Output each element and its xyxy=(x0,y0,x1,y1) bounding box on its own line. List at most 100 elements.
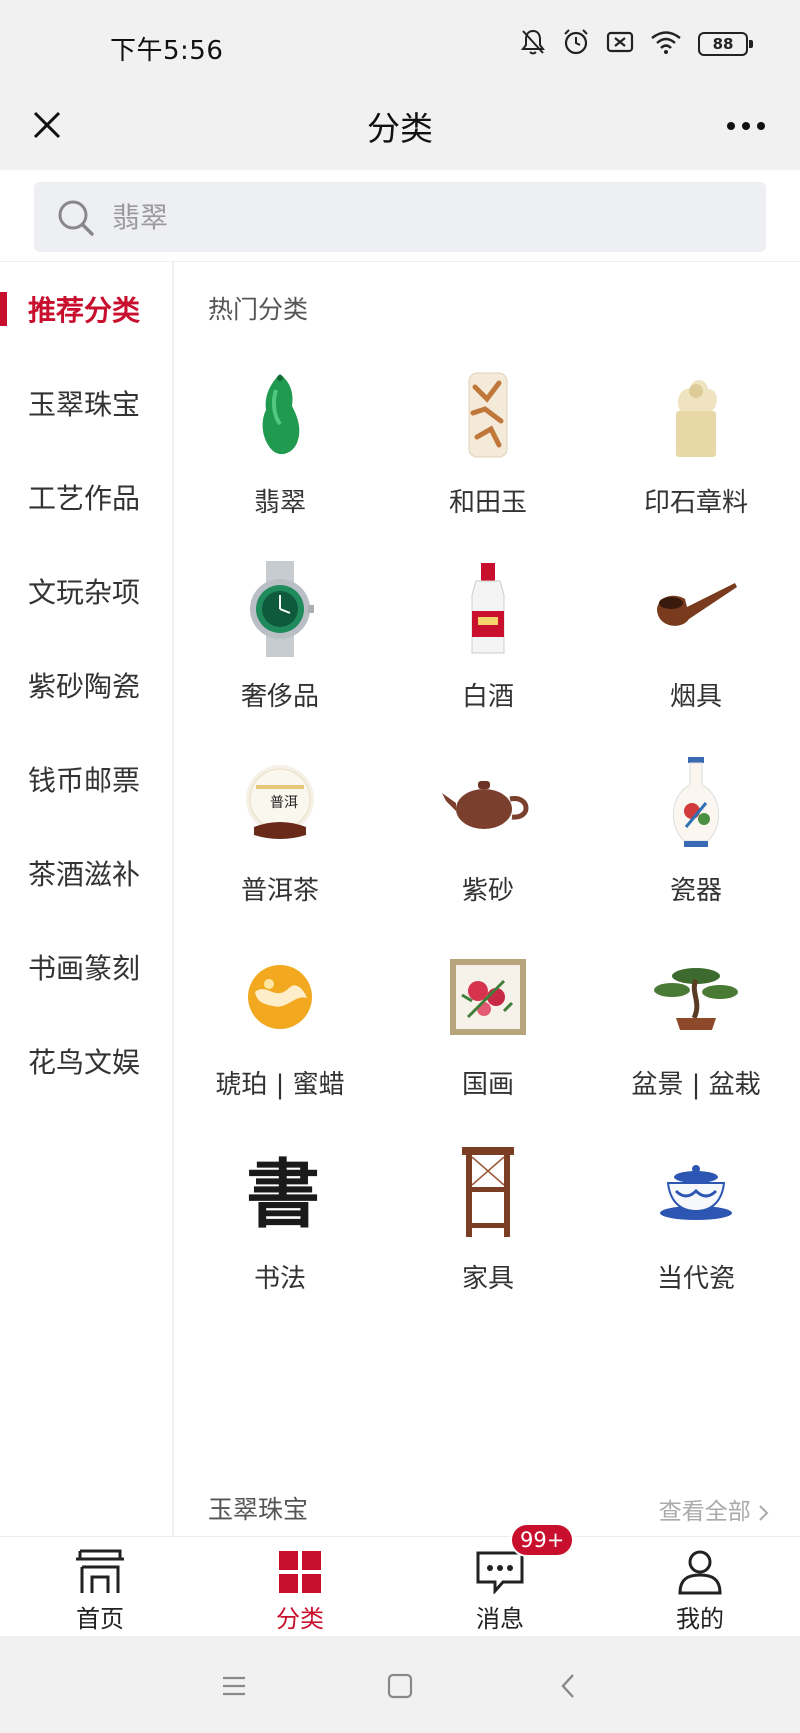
category-content: 热门分类 翡翠 和田玉 印石章料 奢侈品 白酒 烟具 普洱 普洱茶 紫砂 瓷器 琥珀 | 蜜蜡 国画盆… xyxy=(176,262,800,1536)
sidebar-item-label: 玉翠珠宝 xyxy=(28,388,141,421)
system-menu-button[interactable] xyxy=(214,1666,254,1706)
category-item[interactable]: 紫砂 xyxy=(384,720,592,930)
sidebar-item[interactable]: 玉翠珠宝 xyxy=(0,356,172,450)
category-label: 当代瓷 xyxy=(656,1264,735,1294)
system-nav-bar xyxy=(0,1636,800,1733)
puer-tea-cake-icon: 普洱 xyxy=(230,748,330,858)
sidebar-item-label: 茶酒滋补 xyxy=(28,858,141,891)
nav-label: 首页 xyxy=(76,1605,124,1633)
category-item[interactable]: 盆景 | 盆栽 xyxy=(592,914,800,1124)
back-chevron-icon xyxy=(561,1674,574,1698)
sidebar-item[interactable]: 推荐分类 xyxy=(0,262,172,356)
view-all-label: 查看全部 xyxy=(658,1499,751,1525)
calligraphy-icon: 書 xyxy=(230,1136,330,1246)
status-icons: 88 xyxy=(520,28,753,60)
status-bar: 下午5:56 88 xyxy=(0,0,800,82)
system-home-button[interactable] xyxy=(380,1666,420,1706)
square-home-icon xyxy=(387,1673,413,1699)
search-input[interactable] xyxy=(112,182,732,252)
nav-item[interactable]: 首页 xyxy=(0,1537,200,1637)
sidebar-item-label: 紫砂陶瓷 xyxy=(28,670,141,703)
sidebar-item-label: 文玩杂项 xyxy=(28,576,141,609)
sidebar-item[interactable]: 钱币邮票 xyxy=(0,732,172,826)
app-root: 下午5:56 88 分类 翡翠 推荐分类 玉翠珠宝 工艺作品 文玩杂项 紫砂陶瓷… xyxy=(0,0,800,1733)
category-label: 书法 xyxy=(253,1264,306,1294)
category-label: 普洱茶 xyxy=(240,876,319,906)
view-all-link[interactable]: 查看全部 xyxy=(659,1492,770,1526)
section-title-jade: 玉翠珠宝 xyxy=(208,1495,309,1524)
home-icon xyxy=(72,1547,128,1597)
jade-pendant-icon xyxy=(230,360,330,470)
sidebar-item[interactable]: 书画篆刻 xyxy=(0,920,172,1014)
chevron-right-icon xyxy=(759,1504,769,1521)
sidebar-item-label: 工艺作品 xyxy=(28,482,141,515)
battery-icon: 88 xyxy=(698,32,753,56)
search-box[interactable] xyxy=(34,182,766,252)
page-title: 分类 xyxy=(367,109,433,148)
battery-level: 88 xyxy=(712,35,734,53)
category-label: 家具 xyxy=(461,1264,514,1294)
category-label: 瓷器 xyxy=(669,876,722,906)
bottom-nav: 首页 分类 消息 99+ 我的 xyxy=(0,1523,800,1637)
sidebar-item[interactable]: 工艺作品 xyxy=(0,450,172,544)
category-item[interactable]: 瓷器 xyxy=(592,720,800,930)
category-item[interactable]: 書书法 xyxy=(176,1108,384,1318)
header: 分类 xyxy=(0,82,800,170)
category-label: 和田玉 xyxy=(448,488,527,518)
more-options-button[interactable] xyxy=(718,102,774,150)
search-bar xyxy=(0,170,800,262)
category-label: 紫砂 xyxy=(461,876,514,906)
alarm-icon xyxy=(562,28,590,60)
sidebar-item-label: 钱币邮票 xyxy=(28,764,141,797)
category-item[interactable]: 琥珀 | 蜜蜡 xyxy=(176,914,384,1124)
category-label: 烟具 xyxy=(669,682,722,712)
category-label: 盆景 | 盆栽 xyxy=(631,1070,761,1100)
tea-bowl-icon xyxy=(646,1136,746,1246)
sidebar-item[interactable]: 文玩杂项 xyxy=(0,544,172,638)
category-item[interactable]: 白酒 xyxy=(384,526,592,736)
nav-label: 分类 xyxy=(276,1605,324,1633)
hetian-jade-icon xyxy=(438,360,538,470)
category-icon xyxy=(272,1547,328,1597)
nav-item[interactable]: 消息 xyxy=(400,1537,600,1637)
status-time: 下午5:56 xyxy=(110,36,224,66)
sidebar-item[interactable]: 花鸟文娱 xyxy=(0,1014,172,1108)
category-item[interactable]: 翡翠 xyxy=(176,332,384,542)
category-item[interactable]: 奢侈品 xyxy=(176,526,384,736)
sidebar-item-label: 花鸟文娱 xyxy=(28,1046,141,1079)
sidebar-item[interactable]: 茶酒滋补 xyxy=(0,826,172,920)
sidebar-item-label: 书画篆刻 xyxy=(28,952,141,985)
profile-icon xyxy=(672,1547,728,1597)
category-label: 白酒 xyxy=(461,682,514,712)
seal-stone-icon xyxy=(646,360,746,470)
sim-off-icon xyxy=(606,30,634,58)
nav-item[interactable]: 我的 xyxy=(600,1537,800,1637)
system-back-button[interactable] xyxy=(548,1666,588,1706)
furniture-icon xyxy=(438,1136,538,1246)
liquor-bottle-icon xyxy=(438,554,538,664)
category-sidebar: 推荐分类玉翠珠宝工艺作品文玩杂项紫砂陶瓷钱币邮票茶酒滋补书画篆刻花鸟文娱 xyxy=(0,262,174,1536)
category-item[interactable]: 普洱 普洱茶 xyxy=(176,720,384,930)
category-item[interactable]: 国画 xyxy=(384,914,592,1124)
search-icon xyxy=(58,200,94,236)
category-item[interactable]: 家具 xyxy=(384,1108,592,1318)
category-label: 奢侈品 xyxy=(240,682,319,712)
sidebar-item-label: 推荐分类 xyxy=(28,294,141,327)
category-item[interactable]: 印石章料 xyxy=(592,332,800,542)
nav-label: 消息 xyxy=(476,1605,524,1633)
menu-lines-icon xyxy=(223,1676,245,1696)
category-label: 国画 xyxy=(461,1070,514,1100)
painting-icon xyxy=(438,942,538,1052)
category-item[interactable]: 当代瓷 xyxy=(592,1108,800,1318)
calligraphy-character: 書 xyxy=(246,1152,320,1234)
nav-label: 我的 xyxy=(676,1605,724,1633)
category-item[interactable]: 烟具 xyxy=(592,526,800,736)
pipe-icon xyxy=(646,554,746,664)
category-item[interactable]: 和田玉 xyxy=(384,332,592,542)
category-label: 琥珀 | 蜜蜡 xyxy=(215,1070,345,1100)
mute-bell-icon xyxy=(520,28,546,60)
sidebar-item[interactable]: 紫砂陶瓷 xyxy=(0,638,172,732)
bonsai-icon xyxy=(646,942,746,1052)
amber-icon xyxy=(230,942,330,1052)
nav-item[interactable]: 分类 xyxy=(200,1537,400,1637)
